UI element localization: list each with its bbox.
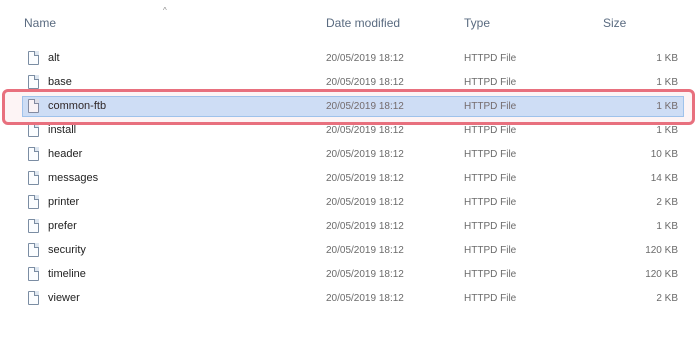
file-icon: [28, 195, 39, 209]
file-name: common-ftb: [48, 100, 107, 112]
file-date-modified: 20/05/2019 18:12: [326, 101, 404, 112]
file-icon: [28, 123, 39, 137]
file-name: base: [48, 76, 72, 88]
file-type: HTTPD File: [464, 197, 517, 208]
file-size: 1 KB: [656, 125, 678, 136]
file-icon: [28, 99, 39, 113]
file-icon: [28, 243, 39, 257]
file-icon: [28, 51, 39, 65]
file-date-modified: 20/05/2019 18:12: [326, 125, 404, 136]
file-size: 10 KB: [650, 149, 678, 160]
file-list: alt 20/05/2019 18:12 HTTPD File 1 KB base 20/…: [0, 47, 700, 311]
file-row[interactable]: printer 20/05/2019 18:12 HTTPD File 2 KB: [0, 191, 700, 215]
file-date-modified: 20/05/2019 18:12: [326, 245, 404, 256]
column-header-size[interactable]: Size: [603, 16, 626, 30]
file-name: install: [48, 124, 77, 136]
file-size: 1 KB: [656, 77, 678, 88]
file-type: HTTPD File: [464, 269, 517, 280]
file-icon: [28, 219, 39, 233]
file-size: 2 KB: [656, 293, 678, 304]
file-row[interactable]: messages 20/05/2019 18:12 HTTPD File 14 KB: [0, 167, 700, 191]
file-name: printer: [48, 196, 80, 208]
file-name: security: [48, 244, 86, 256]
file-row[interactable]: prefer 20/05/2019 18:12 HTTPD File 1 KB: [0, 215, 700, 239]
file-date-modified: 20/05/2019 18:12: [326, 221, 404, 232]
column-header-row: Name ^ Date modified Type Size: [0, 0, 700, 44]
file-date-modified: 20/05/2019 18:12: [326, 149, 404, 160]
file-size: 2 KB: [656, 197, 678, 208]
column-header-name[interactable]: Name: [24, 16, 56, 30]
file-row[interactable]: base 20/05/2019 18:12 HTTPD File 1 KB: [0, 71, 700, 95]
file-row[interactable]: common-ftb 20/05/2019 18:12 HTTPD File 1 KB: [0, 95, 700, 119]
file-row[interactable]: header 20/05/2019 18:12 HTTPD File 10 KB: [0, 143, 700, 167]
file-size: 1 KB: [656, 53, 678, 64]
file-row[interactable]: viewer 20/05/2019 18:12 HTTPD File 2 KB: [0, 287, 700, 311]
file-size: 120 KB: [645, 269, 678, 280]
file-name: alt: [48, 52, 60, 64]
file-icon: [28, 147, 39, 161]
file-name: prefer: [48, 220, 77, 232]
file-name: header: [48, 148, 83, 160]
sort-up-icon: ^: [163, 6, 167, 15]
file-type: HTTPD File: [464, 245, 517, 256]
file-explorer-window: Name ^ Date modified Type Size alt 20/05/…: [0, 0, 700, 350]
file-type: HTTPD File: [464, 125, 517, 136]
file-name: viewer: [48, 292, 80, 304]
file-date-modified: 20/05/2019 18:12: [326, 197, 404, 208]
file-type: HTTPD File: [464, 53, 517, 64]
file-name: timeline: [48, 268, 86, 280]
file-type: HTTPD File: [464, 149, 517, 160]
file-type: HTTPD File: [464, 101, 517, 112]
file-type: HTTPD File: [464, 293, 517, 304]
file-date-modified: 20/05/2019 18:12: [326, 269, 404, 280]
file-row[interactable]: install 20/05/2019 18:12 HTTPD File 1 KB: [0, 119, 700, 143]
file-icon: [28, 291, 39, 305]
file-size: 14 KB: [650, 173, 678, 184]
file-icon: [28, 171, 39, 185]
file-date-modified: 20/05/2019 18:12: [326, 173, 404, 184]
file-row[interactable]: timeline 20/05/2019 18:12 HTTPD File 120 KB: [0, 263, 700, 287]
column-header-type[interactable]: Type: [464, 16, 490, 30]
file-row[interactable]: alt 20/05/2019 18:12 HTTPD File 1 KB: [0, 47, 700, 71]
file-type: HTTPD File: [464, 77, 517, 88]
file-type: HTTPD File: [464, 173, 517, 184]
file-name: messages: [48, 172, 99, 184]
file-date-modified: 20/05/2019 18:12: [326, 77, 404, 88]
file-icon: [28, 267, 39, 281]
file-date-modified: 20/05/2019 18:12: [326, 293, 404, 304]
file-row[interactable]: security 20/05/2019 18:12 HTTPD File 120 KB: [0, 239, 700, 263]
file-size: 1 KB: [656, 101, 678, 112]
file-date-modified: 20/05/2019 18:12: [326, 53, 404, 64]
file-icon: [28, 75, 39, 89]
file-size: 120 KB: [645, 245, 678, 256]
file-type: HTTPD File: [464, 221, 517, 232]
column-header-date-modified[interactable]: Date modified: [326, 16, 400, 30]
file-size: 1 KB: [656, 221, 678, 232]
